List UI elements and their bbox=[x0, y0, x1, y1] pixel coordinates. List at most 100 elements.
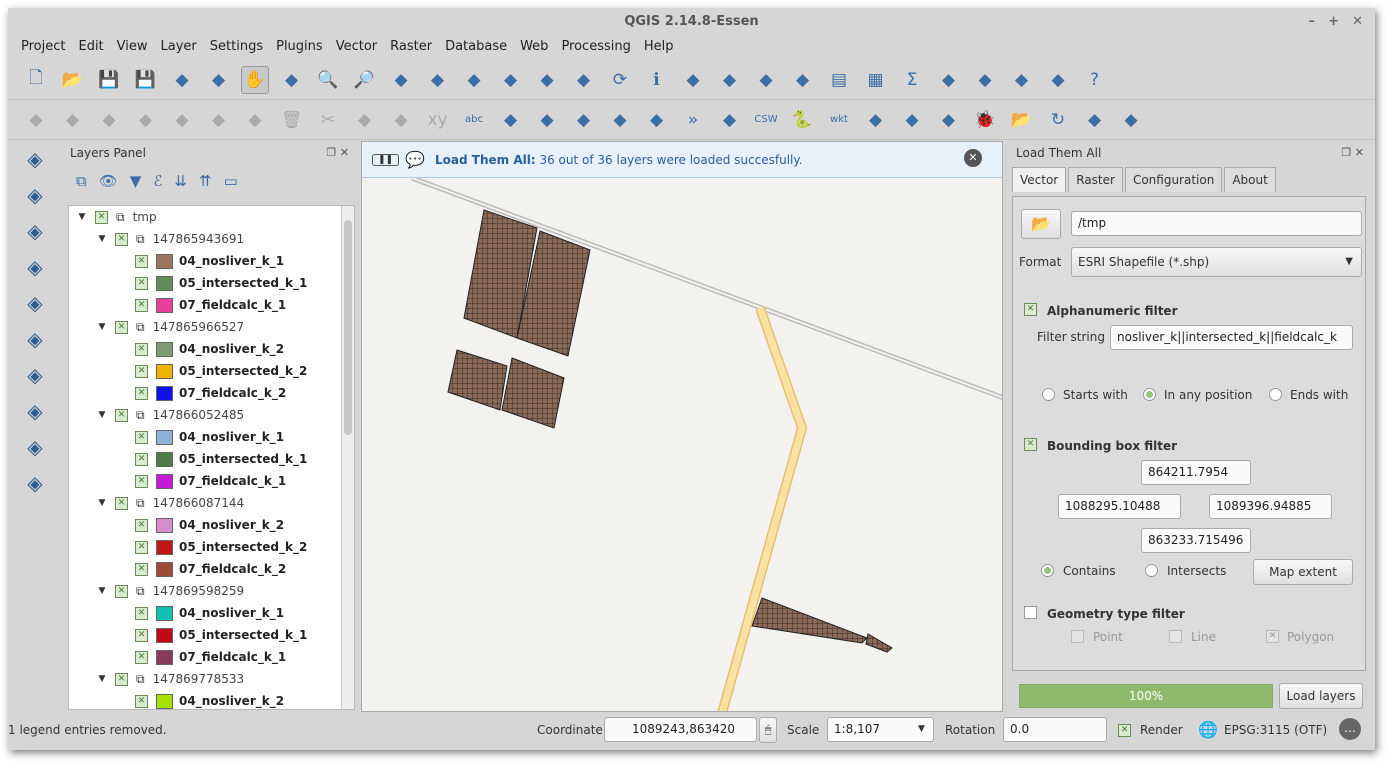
render-checkbox[interactable]: ✕ bbox=[1118, 724, 1131, 737]
line-checkbox[interactable] bbox=[1169, 630, 1182, 643]
coordinate-input[interactable]: 1089243,863420 bbox=[604, 717, 757, 742]
tree-layer[interactable]: ✕ 05_intersected_k_2 bbox=[69, 536, 354, 558]
tree-group[interactable]: ▼ ✕ ⧉ 147869598259 bbox=[69, 580, 354, 602]
add-group-icon[interactable]: ⧉ bbox=[76, 172, 87, 190]
save-edits-icon[interactable]: ◆ bbox=[95, 106, 123, 134]
alphanumeric-filter-checkbox[interactable]: ✕ bbox=[1024, 303, 1037, 316]
tree-layer[interactable]: ✕ 07_fieldcalc_k_2 bbox=[69, 382, 354, 404]
scrollbar[interactable] bbox=[341, 206, 354, 709]
zoom-layer-icon[interactable]: ◆ bbox=[460, 66, 488, 94]
add-wms-icon[interactable]: ◈ bbox=[8, 321, 62, 357]
visibility-checkbox[interactable]: ✕ bbox=[135, 606, 148, 620]
intersects-radio[interactable] bbox=[1145, 564, 1158, 577]
tree-group[interactable]: ▼ ✕ ⧉ 147865943691 bbox=[69, 228, 354, 250]
action-icon[interactable]: ◆ bbox=[679, 66, 707, 94]
contains-radio[interactable] bbox=[1041, 564, 1054, 577]
chevron-down-icon[interactable]: ▼ bbox=[918, 724, 925, 734]
tab-about[interactable]: About bbox=[1224, 167, 1276, 192]
plugin-b-icon[interactable]: ◆ bbox=[935, 106, 963, 134]
add-wfs-icon[interactable]: ◈ bbox=[8, 285, 62, 321]
visibility-checkbox[interactable]: ✕ bbox=[115, 496, 128, 510]
toggle-editing-icon[interactable]: ◆ bbox=[59, 106, 87, 134]
visibility-checkbox[interactable]: ✕ bbox=[135, 694, 148, 708]
path-input[interactable]: /tmp bbox=[1071, 211, 1362, 236]
visibility-checkbox[interactable]: ✕ bbox=[95, 210, 108, 224]
minimize-button[interactable]: – bbox=[1309, 8, 1316, 36]
tree-layer[interactable]: ✕ 04_nosliver_k_1 bbox=[69, 602, 354, 624]
zoom-selection-icon[interactable]: ◆ bbox=[497, 66, 525, 94]
visibility-checkbox[interactable]: ✕ bbox=[115, 408, 128, 422]
null-icon[interactable]: ◆ bbox=[862, 106, 890, 134]
node-tool-icon[interactable]: ◆ bbox=[241, 106, 269, 134]
tab-raster[interactable]: Raster bbox=[1068, 167, 1123, 192]
label-change-icon[interactable]: ◆ bbox=[643, 106, 671, 134]
starts-with-radio[interactable] bbox=[1042, 388, 1055, 401]
label-move-icon[interactable]: ◆ bbox=[533, 106, 561, 134]
add-wcs-icon[interactable]: ◈ bbox=[8, 357, 62, 393]
text-annotation-icon[interactable]: ◆ bbox=[1008, 66, 1036, 94]
expand-arrow-icon[interactable]: ▼ bbox=[95, 410, 109, 420]
close-icon[interactable]: ✕ bbox=[340, 146, 349, 159]
visibility-checkbox[interactable]: ✕ bbox=[135, 364, 148, 378]
measure-icon[interactable]: ◆ bbox=[752, 66, 780, 94]
add-feature-icon[interactable]: ◆ bbox=[132, 106, 160, 134]
menu-raster[interactable]: Raster bbox=[390, 36, 432, 58]
messages-icon[interactable]: … bbox=[1339, 718, 1361, 740]
attribute-table-icon[interactable]: ▤ bbox=[825, 66, 853, 94]
tree-layer[interactable]: ✕ 04_nosliver_k_1 bbox=[69, 426, 354, 448]
bbox-north-input[interactable]: 864211.7954 bbox=[1141, 460, 1251, 485]
menu-settings[interactable]: Settings bbox=[210, 36, 263, 58]
menu-project[interactable]: Project bbox=[21, 36, 65, 58]
add-virtual-icon[interactable]: ◈ bbox=[8, 393, 62, 429]
visibility-checkbox[interactable]: ✕ bbox=[135, 540, 148, 554]
geometry-type-filter-checkbox[interactable] bbox=[1024, 606, 1037, 619]
expand-arrow-icon[interactable]: ▼ bbox=[95, 674, 109, 684]
open-folder-icon[interactable]: 📂 bbox=[1008, 106, 1036, 134]
menu-web[interactable]: Web bbox=[520, 36, 548, 58]
collapse-all-icon[interactable]: ⇈ bbox=[199, 172, 212, 190]
visibility-checkbox[interactable]: ✕ bbox=[115, 320, 128, 334]
expand-arrow-icon[interactable]: ▼ bbox=[95, 498, 109, 508]
polygon-checkbox[interactable]: ✕ bbox=[1266, 630, 1279, 643]
add-postgis-icon[interactable]: ◈ bbox=[8, 213, 62, 249]
more-icon[interactable]: » bbox=[679, 106, 707, 134]
open-project-icon[interactable]: 📂 bbox=[59, 66, 87, 94]
pan-to-selection-icon[interactable]: ◆ bbox=[278, 66, 306, 94]
tree-group[interactable]: ▼ ✕ ⧉ 147866052485 bbox=[69, 404, 354, 426]
eye-icon[interactable]: 👁 bbox=[99, 172, 118, 190]
visibility-checkbox[interactable]: ✕ bbox=[135, 562, 148, 576]
georef-icon[interactable]: ◆ bbox=[716, 106, 744, 134]
label-rotate-icon[interactable]: ◆ bbox=[606, 106, 634, 134]
zoom-native-icon[interactable]: ◆ bbox=[387, 66, 415, 94]
visibility-checkbox[interactable]: ✕ bbox=[135, 342, 148, 356]
visibility-checkbox[interactable]: ✕ bbox=[115, 584, 128, 598]
menu-layer[interactable]: Layer bbox=[161, 36, 197, 58]
ends-with-radio[interactable] bbox=[1269, 388, 1282, 401]
add-spatialite-icon[interactable]: ◈ bbox=[8, 249, 62, 285]
tab-vector[interactable]: Vector bbox=[1012, 167, 1067, 192]
tree-layer[interactable]: ✕ 04_nosliver_k_2 bbox=[69, 690, 354, 709]
tree-layer[interactable]: ✕ 07_fieldcalc_k_1 bbox=[69, 294, 354, 316]
tree-layer[interactable]: ✕ 04_nosliver_k_2 bbox=[69, 338, 354, 360]
menu-help[interactable]: Help bbox=[644, 36, 674, 58]
bounding-box-filter-checkbox[interactable]: ✕ bbox=[1024, 438, 1037, 451]
save-project-icon[interactable]: 💾 bbox=[95, 66, 123, 94]
visibility-checkbox[interactable]: ✕ bbox=[135, 452, 148, 466]
wkt-icon[interactable]: wkt bbox=[825, 106, 853, 134]
expression-filter-icon[interactable]: ℰ bbox=[153, 172, 162, 190]
refresh-icon[interactable]: ⟳ bbox=[606, 66, 634, 94]
plugin-a-icon[interactable]: ◆ bbox=[898, 106, 926, 134]
load-layers-button[interactable]: Load layers bbox=[1279, 683, 1363, 709]
visibility-checkbox[interactable]: ✕ bbox=[135, 474, 148, 488]
in-any-position-radio[interactable] bbox=[1143, 388, 1156, 401]
identify-plus-icon[interactable]: ◆ bbox=[1081, 106, 1109, 134]
filter-icon[interactable]: ▼ bbox=[130, 172, 142, 190]
format-select[interactable]: ESRI Shapefile (*.shp) ▼ bbox=[1071, 247, 1362, 277]
float-icon[interactable]: ❐ bbox=[326, 146, 336, 159]
zoom-in-icon[interactable]: 🔍 bbox=[314, 66, 342, 94]
label-abc-icon[interactable]: abc bbox=[460, 106, 488, 134]
annotation-icon[interactable]: ◆ bbox=[971, 66, 999, 94]
tree-layer[interactable]: ✕ 07_fieldcalc_k_1 bbox=[69, 646, 354, 668]
bbox-west-input[interactable]: 1088295.10488 bbox=[1058, 494, 1181, 519]
table-manager-icon[interactable]: ◆ bbox=[1117, 106, 1145, 134]
